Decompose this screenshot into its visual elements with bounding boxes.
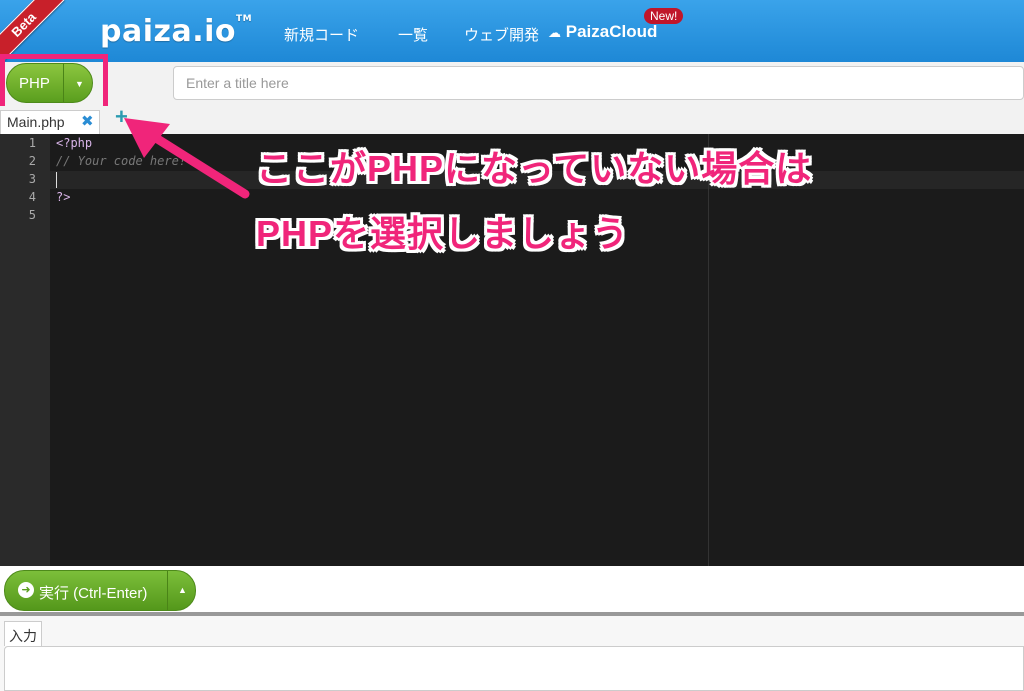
line-number: 1 [28, 136, 36, 150]
stdin-textarea[interactable] [4, 646, 1024, 691]
annotation-arrow-icon [124, 118, 250, 199]
nav-list[interactable]: 一覧 [398, 24, 428, 45]
run-button[interactable]: ➜ 実行 (Ctrl-Enter) ▲ [4, 570, 196, 611]
top-navbar: Beta paiza.ioTM 新規コード 一覧 ウェブ開発 ☁ PaizaCl… [0, 0, 1024, 66]
caret-up-icon[interactable]: ▲ [178, 585, 187, 595]
code-line: ?> [56, 190, 71, 204]
tab-label: Main.php [7, 114, 65, 130]
run-label: 実行 (Ctrl-Enter) [39, 585, 148, 602]
annotation-text-line2: PHPを選択しましょう [256, 213, 630, 254]
play-icon: ➜ [18, 582, 34, 598]
logo-tm: TM [236, 14, 253, 24]
title-input[interactable] [173, 66, 1024, 100]
logo-text: paiza.io [100, 14, 236, 49]
nav-web-dev[interactable]: ウェブ開発 [464, 24, 539, 45]
close-icon[interactable]: ✖ [81, 112, 94, 130]
annotation-text-line1: ここがPHPになっていない場合は [256, 148, 813, 189]
cloud-label: PaizaCloud [565, 22, 658, 41]
cloud-icon: ☁ [548, 25, 561, 40]
highlight-box [0, 54, 108, 111]
print-margin [708, 134, 709, 566]
input-tab-label: 入力 [9, 628, 37, 644]
nav-new-code[interactable]: 新規コード [284, 24, 359, 45]
line-number: 5 [28, 208, 36, 222]
line-gutter: 1 2 3 4 5 [0, 134, 50, 566]
line-number: 3 [28, 172, 36, 186]
code-line: <?php [56, 136, 93, 150]
button-divider [167, 571, 168, 610]
line-number: 2 [28, 154, 36, 168]
paiza-logo[interactable]: paiza.ioTM [100, 14, 252, 49]
text-cursor [56, 172, 57, 188]
paizacloud-link[interactable]: ☁ PaizaCloud [548, 22, 657, 42]
new-badge: New! [644, 8, 684, 24]
tab-main-php[interactable]: Main.php ✖ [0, 110, 100, 135]
line-number: 4 [28, 190, 36, 204]
tab-input[interactable]: 入力 [4, 621, 42, 646]
